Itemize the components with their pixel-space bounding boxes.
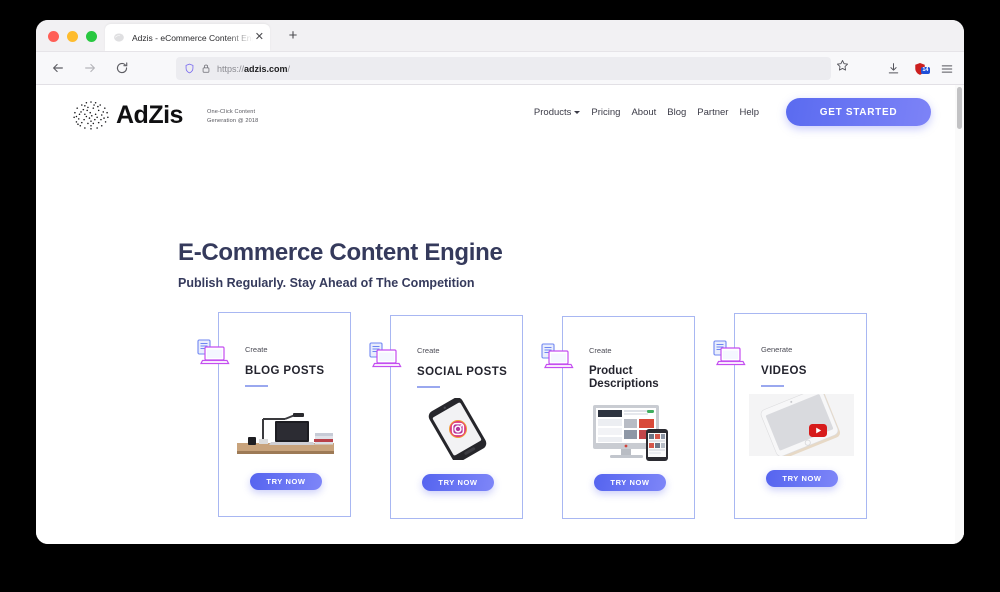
reload-button[interactable] (110, 56, 134, 80)
close-tab-button[interactable]: ✕ (255, 32, 264, 43)
window-traffic-lights (48, 31, 97, 42)
brand-tagline: One-Click Content Generation @ 2018 (207, 105, 258, 126)
card-kicker: Create (589, 346, 612, 355)
page-scrollbar-track[interactable] (955, 85, 964, 544)
card-media-phone-instagram-photo (405, 397, 510, 463)
card-title-line2: Descriptions (589, 378, 659, 390)
card-media-imac-tablet-photo (577, 399, 682, 461)
url-text: https://adzis.com/ (217, 64, 290, 74)
card-title: SOCIAL POSTS (417, 366, 508, 378)
card-title-underline (245, 385, 268, 387)
forward-button[interactable] (78, 56, 102, 80)
brand-tagline-line2: Generation @ 2018 (206, 117, 259, 124)
nav-item-products-label: Products (533, 107, 572, 118)
try-now-button[interactable]: TRY NOW (422, 474, 494, 491)
nav-item-products[interactable]: Products (534, 107, 581, 118)
browser-menu-button[interactable] (940, 62, 954, 76)
back-button[interactable] (46, 56, 70, 80)
main-nav: Products Pricing About Blog Partner Help (534, 107, 759, 118)
card-kicker: Generate (761, 345, 793, 354)
laptop-document-icon (197, 339, 230, 365)
laptop-document-icon (369, 342, 402, 368)
card-title-underline (761, 385, 784, 387)
tab-strip: Adzis - eCommerce Content Eng ✕ + (36, 20, 964, 52)
product-card-product-descriptions[interactable]: Create Product Descriptions TRY NOW (541, 316, 695, 519)
brand-name: AdZis (116, 100, 183, 129)
reload-icon (116, 62, 128, 74)
forward-arrow-icon (85, 63, 95, 73)
nav-item-partner[interactable]: Partner (697, 107, 728, 118)
new-tab-button[interactable]: + (284, 27, 302, 45)
url-path: / (287, 63, 291, 74)
url-protocol: https:// (217, 63, 245, 74)
brand-tagline-line1: One-Click Content (206, 108, 256, 115)
page-subtitle: Publish Regularly. Stay Ahead of The Com… (178, 276, 475, 290)
minimize-window-button[interactable] (67, 31, 78, 42)
card-kicker: Create (245, 345, 268, 354)
card-title: BLOG POSTS (245, 365, 325, 377)
shield-icon[interactable] (184, 63, 195, 74)
brain-dots-logo-icon (73, 101, 109, 130)
nav-item-pricing[interactable]: Pricing (591, 107, 620, 118)
product-card-blog-posts[interactable]: Create BLOG POSTS TRY NOW (197, 312, 351, 517)
card-media-iphone-video-photo (749, 387, 854, 459)
browser-window: Adzis - eCommerce Content Eng ✕ + https:… (36, 20, 964, 544)
laptop-document-icon (713, 340, 746, 366)
nav-item-about[interactable]: About (631, 107, 656, 118)
browser-tab-title: Adzis - eCommerce Content Eng (132, 32, 253, 43)
page-scrollbar-thumb[interactable] (957, 87, 962, 129)
page-title: E-Commerce Content Engine (178, 239, 503, 266)
padlock-icon[interactable] (201, 63, 211, 74)
card-title-underline (417, 386, 440, 388)
extension-button[interactable]: 14 (913, 62, 930, 76)
toolbar-right-actions: 14 (887, 52, 954, 85)
nav-item-help[interactable]: Help (739, 107, 759, 118)
chevron-down-icon (574, 110, 581, 114)
star-icon (837, 60, 848, 71)
card-media-desk-photo (233, 397, 338, 459)
nav-item-blog[interactable]: Blog (667, 107, 686, 118)
brand-block[interactable]: AdZis One-Click Content Generation @ 201… (68, 97, 258, 133)
get-started-button[interactable]: GET STARTED (786, 98, 931, 126)
bookmark-button[interactable] (836, 59, 849, 77)
brain-favicon-icon (114, 33, 124, 42)
laptop-document-icon (541, 343, 574, 369)
close-window-button[interactable] (48, 31, 59, 42)
try-now-button[interactable]: TRY NOW (766, 470, 838, 487)
url-bar[interactable]: https://adzis.com/ (176, 57, 831, 80)
try-now-button[interactable]: TRY NOW (250, 473, 322, 490)
card-title: VIDEOS (761, 365, 807, 377)
download-button[interactable] (887, 62, 900, 75)
try-now-button[interactable]: TRY NOW (594, 474, 666, 491)
browser-toolbar: https://adzis.com/ 14 (36, 52, 964, 85)
page-viewport: AdZis One-Click Content Generation @ 201… (36, 85, 964, 544)
product-card-videos[interactable]: Generate VIDEOS TRY NOW (713, 313, 867, 519)
hamburger-menu-icon (941, 64, 953, 73)
back-arrow-icon (53, 63, 63, 73)
product-card-social-posts[interactable]: Create SOCIAL POSTS TRY NOW (369, 315, 523, 519)
card-kicker: Create (417, 346, 440, 355)
extension-badge-count: 14 (920, 66, 930, 74)
download-icon (888, 63, 899, 74)
site-header: AdZis One-Click Content Generation @ 201… (36, 85, 955, 149)
card-title: Product (589, 365, 633, 377)
browser-tab[interactable]: Adzis - eCommerce Content Eng ✕ (105, 24, 270, 51)
maximize-window-button[interactable] (86, 31, 97, 42)
url-domain: adzis.com (244, 63, 288, 74)
